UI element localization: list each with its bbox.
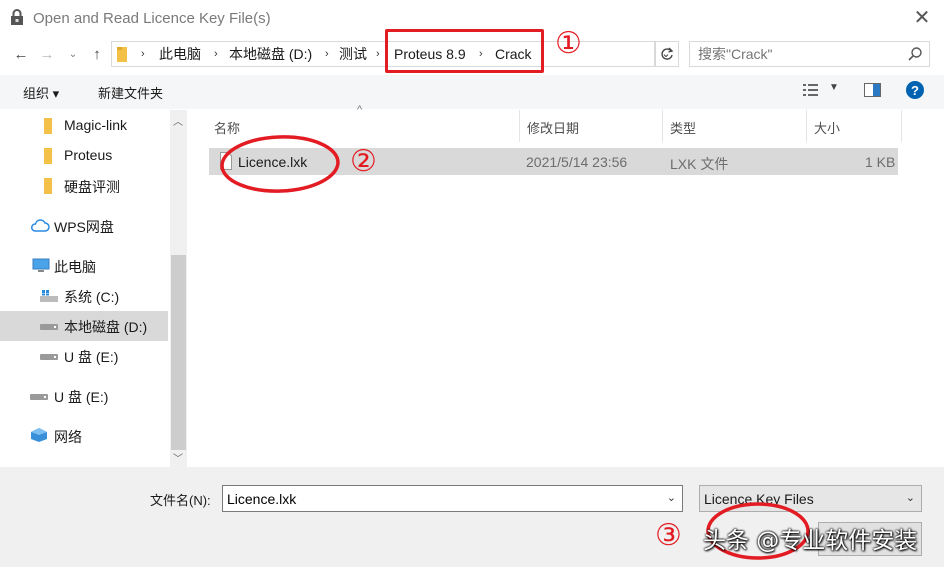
folder-icon: [44, 148, 52, 164]
annotation-number-2: ②: [350, 144, 377, 179]
breadcrumb-separator-icon: ›: [325, 48, 329, 60]
nav-item-network[interactable]: 网络: [0, 421, 168, 451]
nav-item-magic-link[interactable]: Magic-link: [0, 111, 168, 141]
up-arrow-icon[interactable]: ↑: [86, 44, 108, 66]
annotation-highlight-box: [385, 29, 544, 73]
breadcrumb-this-pc[interactable]: 此电脑: [159, 44, 201, 64]
usb-drive-icon: [30, 394, 48, 400]
nav-item-label: U 盘 (E:): [54, 389, 109, 405]
view-dropdown-icon[interactable]: ▼: [829, 82, 839, 93]
sort-ascending-icon: ^: [357, 104, 363, 116]
nav-item-label: Magic-link: [64, 117, 128, 133]
system-drive-icon: [40, 290, 58, 302]
folder-icon: [44, 118, 52, 134]
nav-item-this-pc[interactable]: 此电脑: [0, 251, 168, 281]
column-divider[interactable]: [662, 110, 663, 142]
annotation-number-1: ①: [555, 26, 582, 61]
breadcrumb-drive-d[interactable]: 本地磁盘 (D:): [229, 44, 312, 64]
breadcrumb-separator-icon: ›: [214, 48, 218, 60]
search-input[interactable]: [698, 45, 898, 63]
lock-icon: [11, 9, 23, 25]
network-icon: [31, 428, 47, 442]
chevron-down-icon[interactable]: ⌄: [906, 491, 915, 504]
search-box[interactable]: [689, 41, 930, 67]
refresh-button[interactable]: [654, 41, 679, 67]
nav-item-usb-e-root[interactable]: U 盘 (E:): [0, 381, 168, 411]
help-icon[interactable]: ?: [906, 81, 924, 99]
file-size: 1 KB: [865, 154, 896, 170]
svg-text:?: ?: [911, 83, 919, 98]
nav-item-label: 此电脑: [54, 259, 96, 275]
nav-item-drive-d[interactable]: 本地磁盘 (D:): [0, 311, 168, 341]
nav-item-drive-c[interactable]: 系统 (C:): [0, 281, 168, 311]
column-divider[interactable]: [901, 110, 902, 142]
nav-item-wps-cloud[interactable]: WPS网盘: [0, 211, 168, 241]
nav-item-label: Proteus: [64, 147, 113, 163]
column-divider[interactable]: [806, 110, 807, 142]
nav-item-proteus[interactable]: Proteus: [0, 141, 168, 171]
file-date: 2021/5/14 23:56: [526, 154, 628, 170]
scroll-up-chevron-icon[interactable]: ︿: [173, 113, 183, 128]
close-button[interactable]: ✕: [900, 4, 944, 32]
recent-locations-chevron-icon[interactable]: ⌄: [62, 44, 84, 66]
computer-icon: [32, 258, 50, 272]
breadcrumb-test[interactable]: 测试: [339, 44, 367, 64]
nav-scrollbar-thumb[interactable]: [171, 255, 186, 450]
column-header-size[interactable]: 大小: [814, 118, 840, 137]
nav-item-label: U 盘 (E:): [64, 349, 119, 365]
view-options-icon[interactable]: [803, 83, 819, 97]
chevron-down-icon[interactable]: ⌄: [667, 491, 676, 504]
column-header-type[interactable]: 类型: [670, 118, 696, 137]
folder-icon: [117, 47, 127, 62]
nav-item-label: 网络: [54, 429, 82, 445]
annotation-circle: [220, 135, 340, 193]
search-icon: [908, 47, 922, 61]
folder-icon: [44, 178, 52, 194]
annotation-number-3: ③: [655, 518, 682, 553]
column-divider[interactable]: [519, 110, 520, 142]
window-title: Open and Read Licence Key File(s): [33, 10, 271, 27]
back-arrow-icon[interactable]: ←: [10, 44, 32, 66]
forward-arrow-icon[interactable]: →: [36, 44, 58, 66]
breadcrumb-separator-icon: ›: [376, 48, 380, 60]
watermark-text: 头条 @专业软件安装: [703, 528, 918, 554]
scroll-down-chevron-icon[interactable]: ﹀: [173, 450, 183, 465]
nav-item-usb-e[interactable]: U 盘 (E:): [0, 341, 168, 371]
usb-drive-icon: [40, 354, 58, 360]
cloud-icon: [31, 219, 50, 232]
nav-item-disk-review[interactable]: 硬盘评测: [0, 171, 168, 201]
hard-drive-icon: [40, 324, 58, 330]
new-folder-button[interactable]: 新建文件夹: [98, 83, 163, 102]
file-type: LXK 文件: [670, 156, 729, 172]
filename-input[interactable]: [227, 490, 647, 508]
filename-combobox[interactable]: ⌄: [222, 485, 683, 512]
nav-item-label: 本地磁盘 (D:): [64, 319, 148, 335]
nav-item-label: 系统 (C:): [64, 289, 120, 305]
organize-menu-button[interactable]: 组织 ▾: [23, 83, 59, 102]
column-header-date[interactable]: 修改日期: [527, 118, 579, 137]
preview-pane-icon[interactable]: [864, 83, 881, 97]
filename-label: 文件名(N):: [150, 493, 211, 508]
nav-item-label: WPS网盘: [54, 219, 114, 235]
nav-item-label: 硬盘评测: [64, 179, 120, 195]
breadcrumb-separator-icon: ›: [141, 48, 145, 60]
